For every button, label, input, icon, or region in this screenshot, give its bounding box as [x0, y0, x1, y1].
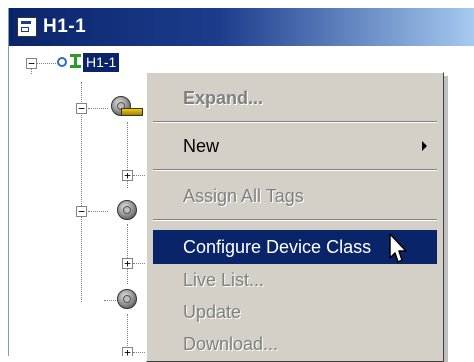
menu-separator [153, 169, 437, 171]
device-icon [117, 289, 137, 309]
tree-connector [81, 82, 82, 302]
menu-item-expand[interactable]: Expand... [153, 81, 437, 115]
menu-item-assign-all-tags[interactable]: Assign All Tags [153, 179, 437, 213]
device-icon [117, 200, 137, 220]
context-menu: Expand... New Assign All Tags Configure … [146, 72, 444, 362]
tree-connector [36, 63, 56, 64]
collapse-minus-icon[interactable]: − [76, 103, 87, 114]
menu-separator [153, 219, 437, 221]
title-bar: H1-1 [9, 8, 474, 46]
collapse-minus-icon[interactable]: − [26, 58, 37, 69]
menu-item-live-list[interactable]: Live List... [153, 263, 437, 297]
device-tag-icon [121, 108, 143, 116]
menu-item-update[interactable]: Update [153, 295, 437, 329]
tree-connector [127, 224, 128, 284]
expand-plus-icon[interactable]: + [122, 170, 133, 181]
document-icon [17, 17, 37, 37]
collapse-minus-icon[interactable]: − [76, 206, 87, 217]
expand-plus-icon[interactable]: + [122, 258, 133, 269]
tree-connector [88, 108, 108, 109]
submenu-arrow-icon [422, 141, 427, 151]
mouse-pointer-icon [389, 233, 407, 263]
menu-separator [153, 121, 437, 123]
expand-plus-icon[interactable]: + [122, 347, 133, 356]
menu-item-new-label: New [183, 136, 220, 156]
window-title: H1-1 [43, 16, 87, 37]
tree-connector [88, 211, 108, 212]
menu-item-new[interactable]: New [153, 129, 437, 163]
tree-node-root[interactable]: H1-1 [81, 52, 121, 73]
